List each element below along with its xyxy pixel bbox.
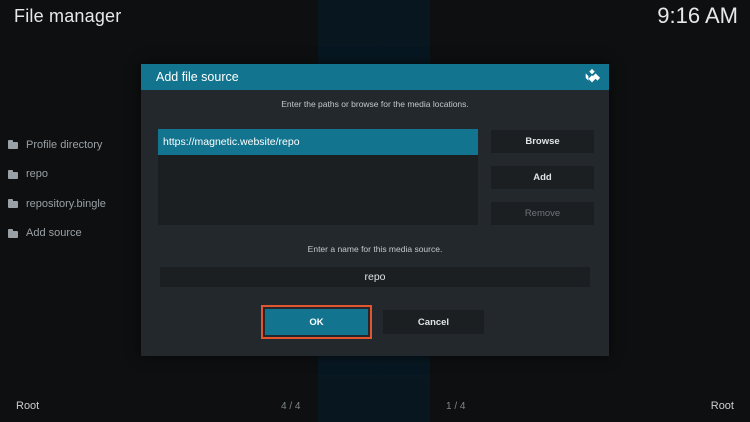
sidebar-item-profile-directory[interactable]: Profile directory: [8, 130, 106, 160]
dialog-title: Add file source: [156, 70, 239, 84]
source-path-list: https://magnetic.website/repo: [158, 129, 478, 225]
sidebar-item-label: Profile directory: [26, 138, 103, 151]
cancel-button[interactable]: Cancel: [383, 310, 484, 334]
dialog-header: Add file source: [141, 64, 609, 90]
source-name-field[interactable]: repo: [160, 267, 590, 287]
ok-button[interactable]: OK: [265, 309, 368, 335]
folder-icon: [8, 169, 18, 179]
sidebar-item-label: repo: [26, 168, 49, 181]
footer-root-left: Root: [16, 400, 40, 412]
browse-button[interactable]: Browse: [491, 130, 594, 153]
add-button[interactable]: Add: [491, 166, 594, 189]
footer-count-left: 4 / 4: [281, 401, 301, 412]
app-title: File manager: [14, 6, 122, 26]
instructions-text: Enter the paths or browse for the media …: [281, 99, 469, 109]
folder-icon: [8, 140, 18, 150]
folder-icon: [8, 228, 18, 238]
sidebar-item-repository-bingle[interactable]: repository.bingle: [8, 189, 106, 219]
sidebar-item-repo[interactable]: repo: [8, 160, 106, 190]
folder-icon: [8, 199, 18, 209]
footer-root-right: Root: [710, 400, 734, 412]
sidebar: Profile directory repo repository.bingle…: [8, 130, 106, 248]
sidebar-item-label: Add source: [26, 227, 82, 240]
kodi-logo-icon: [585, 68, 601, 83]
remove-button[interactable]: Remove: [491, 202, 594, 225]
add-file-source-dialog: Add file source Enter the paths or brows…: [141, 64, 609, 356]
sidebar-item-add-source[interactable]: Add source: [8, 219, 106, 249]
sidebar-item-label: repository.bingle: [26, 197, 106, 210]
source-path-item[interactable]: https://magnetic.website/repo: [158, 129, 478, 155]
clock: 9:16 AM: [657, 3, 738, 28]
footer-count-right: 1 / 4: [446, 401, 466, 412]
name-label: Enter a name for this media source.: [307, 244, 443, 254]
